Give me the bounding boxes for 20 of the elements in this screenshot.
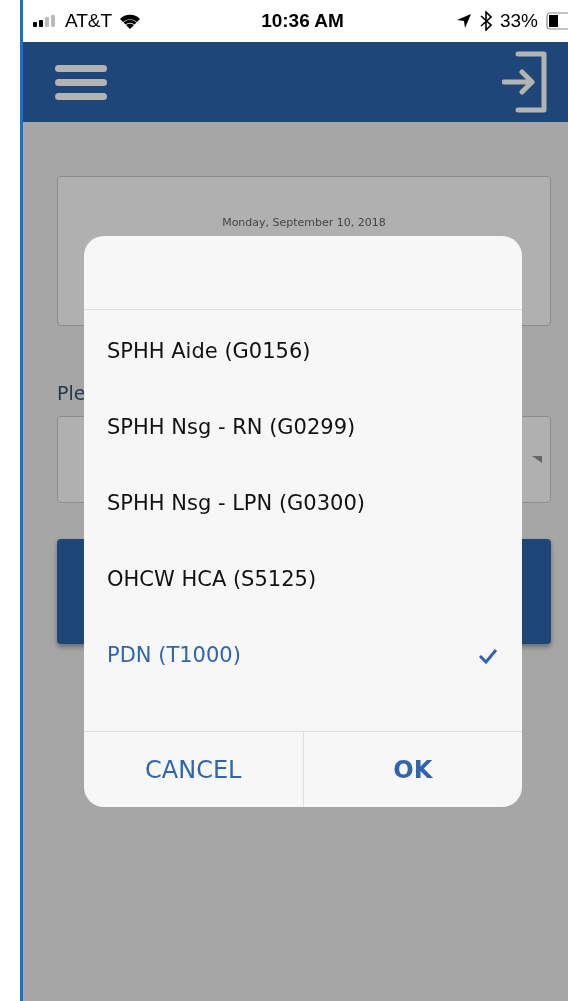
option-item[interactable]: SPHH Nsg - RN (G0299) (84, 390, 522, 466)
date-text: Monday, September 10, 2018 (222, 215, 386, 231)
prompt-text: Ple (57, 381, 84, 406)
location-arrow-icon (455, 13, 472, 29)
option-item[interactable]: PDN (T1000) (84, 618, 522, 694)
caret-icon (532, 455, 542, 463)
battery-percent: 33% (499, 8, 538, 33)
check-icon (478, 648, 498, 664)
bluetooth-icon (479, 11, 492, 31)
wifi-icon (118, 12, 143, 30)
sign-in-icon[interactable] (502, 51, 548, 113)
carrier-name: AT&T (65, 8, 113, 33)
cancel-button[interactable]: CANCEL (84, 732, 304, 807)
battery-icon (546, 12, 568, 30)
ok-button[interactable]: OK (303, 732, 522, 807)
clock-time: 10:36 AM (261, 8, 344, 33)
option-item[interactable]: OHCW HCA (S5125) (84, 542, 522, 618)
option-item[interactable]: SPHH Aide (G0156) (84, 314, 522, 390)
menu-icon[interactable] (55, 62, 107, 102)
option-item[interactable]: SPHH Nsg - LPN (G0300) (84, 466, 522, 542)
